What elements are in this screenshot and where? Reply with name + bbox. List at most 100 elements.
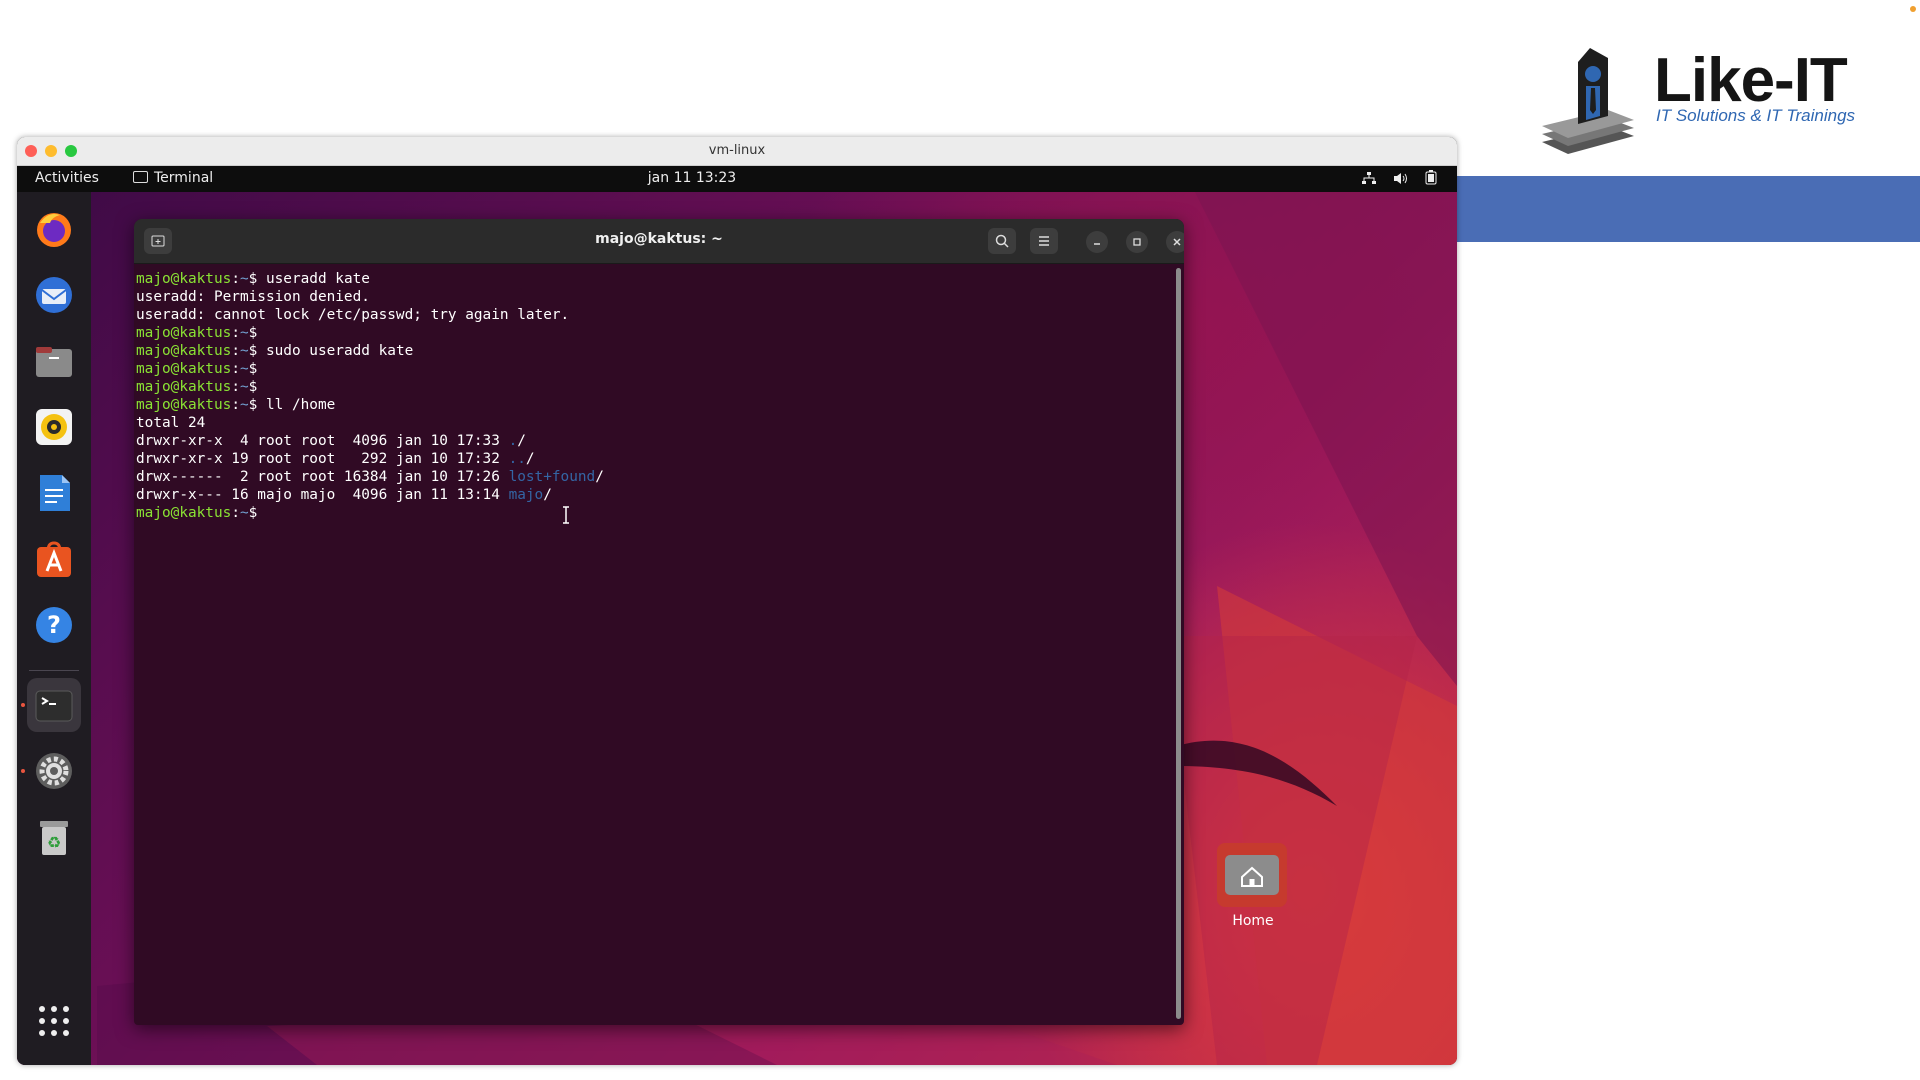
show-applications-icon <box>39 1006 69 1036</box>
terminal-line: majo@kaktus:~$ <box>136 324 1172 342</box>
clock-label: jan 11 13:23 <box>647 170 737 186</box>
svg-text:♻: ♻ <box>47 833 61 852</box>
house-icon <box>1241 866 1263 887</box>
terminal-line: useradd: cannot lock /etc/passwd; try ag… <box>136 306 1172 324</box>
command-text: $ <box>248 379 266 395</box>
ls-entry-meta: drwxr-x--- 16 majo majo 4096 jan 11 13:1… <box>136 487 509 503</box>
battery-icon <box>1425 170 1437 189</box>
volume-icon <box>1393 172 1409 189</box>
command-text: $ useradd kate <box>248 271 370 287</box>
search-button[interactable] <box>988 228 1016 254</box>
ls-entry-name: .. <box>508 451 526 467</box>
prompt-user: majo@kaktus <box>136 379 232 395</box>
prompt-sep: : <box>231 343 240 359</box>
firefox-icon <box>37 213 71 247</box>
output-text: useradd: Permission denied. <box>136 289 370 305</box>
dock-item-firefox[interactable] <box>27 202 81 256</box>
command-text: $ sudo useradd kate <box>248 343 414 359</box>
desktop-home-icon[interactable]: Home <box>1217 843 1289 935</box>
thunderbird-icon <box>36 277 72 313</box>
files-icon <box>36 347 72 377</box>
terminal-line: majo@kaktus:~$ sudo useradd kate <box>136 342 1172 360</box>
ls-entry-name: lost+found <box>508 469 596 485</box>
output-text: useradd: cannot lock /etc/passwd; try ag… <box>136 307 570 323</box>
running-indicator <box>21 769 25 773</box>
prompt-path: ~ <box>239 379 249 395</box>
terminal-line: drwxr-xr-x 19 root root 292 jan 10 17:32… <box>136 450 1172 468</box>
command-text: $ ll /home <box>248 397 336 413</box>
settings-gear-icon <box>36 753 72 789</box>
dock-item-writer[interactable] <box>27 466 81 520</box>
terminal-line: drwx------ 2 root root 16384 jan 10 17:2… <box>136 468 1172 486</box>
vm-titlebar[interactable]: vm-linux <box>17 137 1457 166</box>
terminal-line: drwxr-xr-x 4 root root 4096 jan 10 17:33… <box>136 432 1172 450</box>
dock-item-trash[interactable]: ♻ <box>27 810 81 864</box>
ls-entry-slash: / <box>517 433 526 449</box>
vm-window: vm-linux Activities Terminal jan 11 13:2… <box>17 137 1457 1065</box>
ls-entry-slash: / <box>525 451 535 467</box>
output-text: total 24 <box>136 415 206 431</box>
prompt-path: ~ <box>239 325 249 341</box>
dock: ? ♻ <box>17 192 91 1065</box>
prompt-sep: : <box>231 271 240 287</box>
corner-dot <box>1910 6 1916 12</box>
prompt-user: majo@kaktus <box>136 343 232 359</box>
network-icon <box>1362 172 1377 189</box>
ls-entry-meta: drwx------ 2 root root 16384 jan 10 17:2… <box>136 469 509 485</box>
prompt-sep: : <box>231 325 240 341</box>
vm-desktop: Activities Terminal jan 11 13:23 ? ♻ maj… <box>17 166 1457 1065</box>
prompt-sep: : <box>231 379 240 395</box>
software-store-icon <box>37 541 71 577</box>
ls-entry-name: majo <box>508 487 544 503</box>
home-folder-body <box>1225 855 1279 895</box>
writer-icon <box>40 475 70 511</box>
close-button[interactable] <box>1166 231 1184 253</box>
dock-item-terminal[interactable] <box>21 678 81 732</box>
dock-separator <box>29 670 79 671</box>
system-tray[interactable] <box>1350 170 1437 189</box>
prompt-path: ~ <box>239 271 249 287</box>
prompt-sep: : <box>231 505 240 521</box>
svg-text:?: ? <box>47 611 61 639</box>
command-text: $ <box>248 325 266 341</box>
terminal-line: majo@kaktus:~$ <box>136 360 1172 378</box>
dock-item-thunderbird[interactable] <box>27 268 81 322</box>
terminal-headerbar[interactable]: majo@kaktus: ~ <box>134 219 1184 264</box>
minimize-button[interactable] <box>1086 231 1108 253</box>
terminal-line: drwxr-x--- 16 majo majo 4096 jan 11 13:1… <box>136 486 1172 504</box>
terminal-scrollbar[interactable] <box>1176 268 1181 1019</box>
dock-item-settings[interactable] <box>21 744 81 798</box>
command-text: $ <box>248 505 266 521</box>
prompt-user: majo@kaktus <box>136 397 232 413</box>
terminal-line: total 24 <box>136 414 1172 432</box>
help-icon: ? <box>36 607 72 643</box>
home-label: Home <box>1232 913 1274 929</box>
prompt-user: majo@kaktus <box>136 361 232 377</box>
terminal-output[interactable]: majo@kaktus:~$ useradd kate useradd: Perm… <box>136 270 1172 1025</box>
dock-item-rhythmbox[interactable] <box>27 400 81 454</box>
show-applications-button[interactable] <box>27 994 81 1048</box>
vm-title: vm-linux <box>708 143 766 158</box>
ls-entry-meta: drwxr-xr-x 4 root root 4096 jan 10 17:33 <box>136 433 509 449</box>
prompt-user: majo@kaktus <box>136 325 232 341</box>
rhythmbox-icon <box>36 409 72 445</box>
dock-item-software[interactable] <box>27 532 81 586</box>
dock-item-help[interactable]: ? <box>27 598 81 652</box>
terminal-line: majo@kaktus:~$ <box>136 378 1172 396</box>
maximize-button[interactable] <box>1126 231 1148 253</box>
brand-band <box>1456 176 1920 242</box>
ls-entry-meta: drwxr-xr-x 19 root root 292 jan 10 17:32 <box>136 451 509 467</box>
terminal-line: majo@kaktus:~$ <box>136 504 1172 522</box>
mouse-ibeam-cursor-icon <box>563 506 569 524</box>
like-it-logo: Like-IT IT Solutions & IT Trainings <box>1538 44 1878 159</box>
prompt-path: ~ <box>239 505 249 521</box>
minimize-icon <box>1094 243 1100 245</box>
logo-mark-icon <box>1542 48 1634 154</box>
terminal-icon <box>35 690 73 722</box>
dock-item-files[interactable] <box>27 334 81 388</box>
clock[interactable]: jan 11 13:23 <box>17 170 1457 186</box>
running-indicator <box>21 703 25 707</box>
terminal-window[interactable]: majo@kaktus: ~ majo@kaktus:~$ useradd ka… <box>134 219 1184 1025</box>
maximize-icon <box>1133 238 1141 246</box>
menu-button[interactable] <box>1030 228 1058 254</box>
